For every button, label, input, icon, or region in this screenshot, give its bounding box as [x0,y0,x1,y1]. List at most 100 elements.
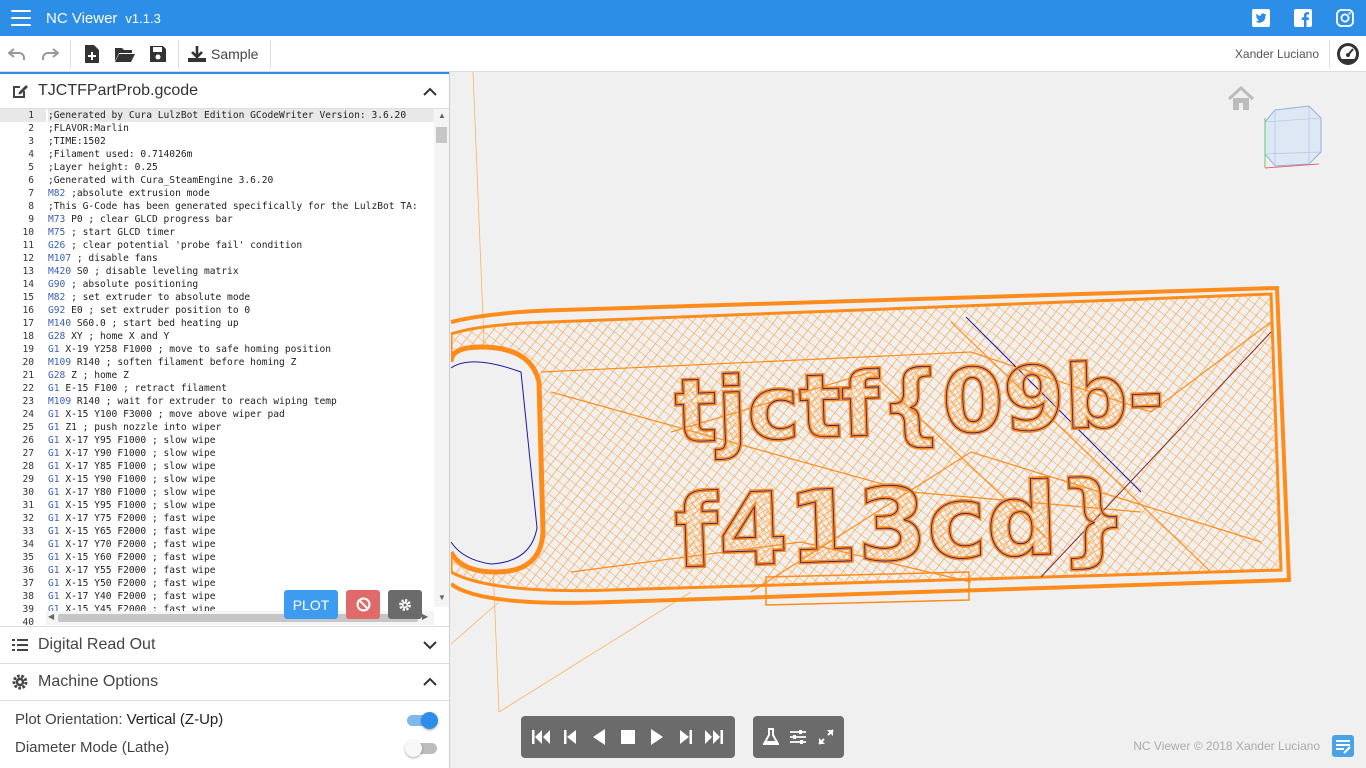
code-line[interactable]: G1 X-17 Y95 F1000 ; slow wipe [48,434,434,447]
save-button[interactable] [141,36,174,72]
code-line[interactable]: G1 X-17 Y90 F1000 ; slow wipe [48,447,434,460]
scroll-down-icon[interactable]: ▼ [438,593,446,602]
line-number: 28 [22,461,34,472]
gcode-editor[interactable]: 1 2 3 4 5 6 7 8 9 10 11 12 13 14 15 16 17 18 19 20 21 22 23 24 2… [0,109,449,627]
code-line[interactable]: M82 ;absolute extrusion mode [48,187,434,200]
line-number: 1 [0,109,46,122]
line-number: 18 [22,331,34,342]
stop-button[interactable] [617,726,639,748]
line-number: 26 [22,435,34,446]
play-reverse-icon [593,729,606,745]
scroll-left-icon[interactable]: ◀ [48,612,54,621]
code-line[interactable]: G1 X-15 Y60 F2000 ; fast wipe [48,551,434,564]
view-settings-button[interactable] [787,726,809,748]
last-button[interactable] [703,726,725,748]
new-file-button[interactable] [75,36,108,72]
open-file-button[interactable] [108,36,141,72]
machine-options-header[interactable]: Machine Options [0,664,449,701]
user-name: Xander Luciano [1234,47,1319,61]
home-icon[interactable] [1227,86,1255,112]
code-line[interactable]: G1 X-15 Y65 F2000 ; fast wipe [48,525,434,538]
scroll-thumb[interactable] [436,127,447,143]
code-line[interactable]: ;FLAVOR:Marlin [48,122,434,135]
play-button[interactable] [646,726,668,748]
menu-icon[interactable] [11,10,31,26]
code-line[interactable]: G1 X-19 Y258 F1000 ; move to safe homing… [48,343,434,356]
settings-button[interactable] [388,590,422,619]
code-line[interactable]: G1 Z1 ; push nozzle into wiper [48,421,434,434]
dro-panel-header[interactable]: Digital Read Out [0,627,449,664]
chevron-down-icon[interactable] [423,638,437,652]
code-line[interactable]: M73 P0 ; clear GLCD progress bar [48,213,434,226]
code-area[interactable]: ;Generated by Cura LulzBot Edition GCode… [48,109,434,619]
code-line[interactable]: G1 X-17 Y70 F2000 ; fast wipe [48,538,434,551]
first-button[interactable] [530,726,552,748]
diameter-mode-toggle[interactable] [405,740,438,757]
scroll-up-icon[interactable]: ▲ [438,111,446,120]
code-line[interactable]: G92 E0 ; set extruder position to 0 [48,304,434,317]
sample-button[interactable]: Sample [183,36,266,72]
code-line[interactable]: G26 ; clear potential 'probe fail' condi… [48,239,434,252]
gauge-icon[interactable] [1336,42,1360,66]
code-line[interactable]: M82 ; set extruder to absolute mode [48,291,434,304]
chevron-up-icon[interactable] [423,675,437,689]
vertical-scrollbar[interactable]: ▲ ▼ [434,109,449,607]
code-line[interactable]: G1 X-17 Y80 F1000 ; slow wipe [48,486,434,499]
code-line[interactable]: M107 ; disable fans [48,252,434,265]
chevron-up-icon[interactable] [423,85,437,99]
scroll-right-icon[interactable]: ▶ [422,612,428,621]
code-line[interactable]: G1 X-17 Y75 F2000 ; fast wipe [48,512,434,525]
line-number: 16 [22,305,34,316]
code-line[interactable]: M140 S60.0 ; start bed heating up [48,317,434,330]
code-line[interactable]: ;Generated with Cura_SteamEngine 3.6.20 [48,174,434,187]
twitter-icon[interactable] [1252,9,1270,27]
code-line[interactable]: G28 Z ; home Z [48,369,434,382]
toolpath-plot[interactable]: tjctf{09b- f413cd} tjctf{09b- f413cd} [451,72,1366,768]
facebook-icon[interactable] [1294,9,1312,27]
svg-text:tjctf{09b-: tjctf{09b- [673,343,1166,463]
redo-button[interactable] [33,36,66,72]
code-line[interactable]: M109 R140 ; wait for extruder to reach w… [48,395,434,408]
line-number: 33 [22,526,34,537]
code-line[interactable]: ;TIME:1502 [48,135,434,148]
plot-orientation-toggle[interactable] [405,712,438,729]
ban-icon [356,597,370,612]
line-number: 5 [28,162,34,173]
step-back-button[interactable] [559,726,581,748]
skip-to-end-icon [705,730,724,744]
plot-viewport[interactable]: tjctf{09b- f413cd} tjctf{09b- f413cd} NC… [451,72,1366,768]
code-line[interactable]: G90 ; absolute positioning [48,278,434,291]
code-line[interactable]: ;This G-Code has been generated specific… [48,200,434,213]
code-line[interactable]: M109 R140 ; soften filament before homin… [48,356,434,369]
code-line[interactable]: M420 S0 ; disable leveling matrix [48,265,434,278]
code-line[interactable]: G1 X-15 Y100 F3000 ; move above wiper pa… [48,408,434,421]
line-number: 19 [22,344,34,355]
plot-orientation-row: Plot Orientation: Vertical (Z-Up) [0,705,449,733]
toolbar-divider [70,39,71,68]
reverse-button[interactable] [588,726,610,748]
code-line[interactable]: ;Generated by Cura LulzBot Edition GCode… [48,109,434,122]
code-line[interactable]: G1 X-15 Y50 F2000 ; fast wipe [48,577,434,590]
code-line[interactable]: G1 X-15 Y90 F1000 ; slow wipe [48,473,434,486]
code-line[interactable]: G1 E-15 F100 ; retract filament [48,382,434,395]
view-cube[interactable] [1261,102,1325,170]
simulate-button[interactable] [760,726,782,748]
plot-button[interactable]: PLOT [284,590,338,619]
code-line[interactable]: G1 X-15 Y95 F1000 ; slow wipe [48,499,434,512]
code-line[interactable]: M75 ; start GLCD timer [48,226,434,239]
file-panel-header[interactable]: TJCTFPartProb.gcode [0,72,449,109]
fullscreen-button[interactable] [815,726,837,748]
ncviewer-logo-icon[interactable] [1332,735,1354,757]
cancel-button[interactable] [346,590,380,619]
code-line[interactable]: G1 X-17 Y55 F2000 ; fast wipe [48,564,434,577]
code-line[interactable]: G1 X-17 Y85 F1000 ; slow wipe [48,460,434,473]
instagram-icon[interactable] [1336,9,1354,27]
step-forward-button[interactable] [675,726,697,748]
code-line[interactable]: ;Layer height: 0.25 [48,161,434,174]
undo-button[interactable] [0,36,33,72]
code-line[interactable]: G28 XY ; home X and Y [48,330,434,343]
line-number: 27 [22,448,34,459]
code-line[interactable]: ;Filament used: 0.714026m [48,148,434,161]
line-number: 14 [22,279,34,290]
folder-open-icon [114,47,135,62]
